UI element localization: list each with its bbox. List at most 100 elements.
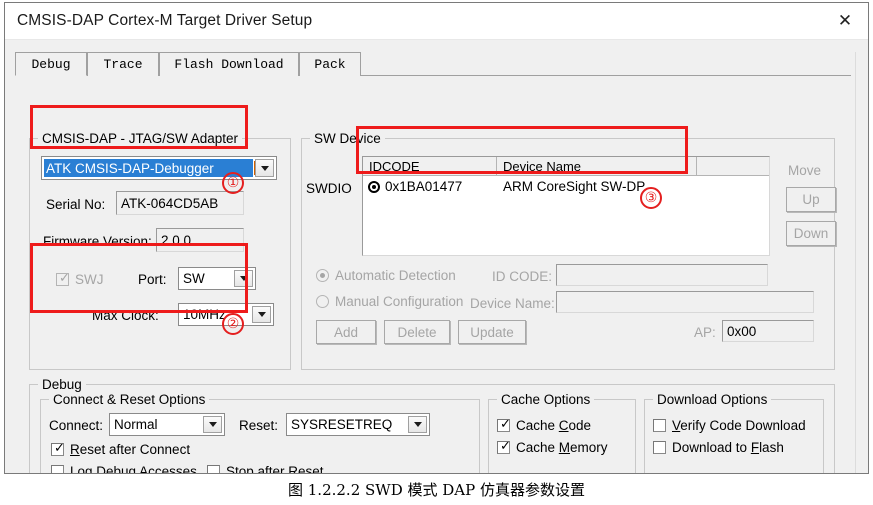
checkbox-box: ✓ xyxy=(497,418,511,432)
chevron-down-icon[interactable] xyxy=(234,270,253,287)
cache-options-legend: Cache Options xyxy=(497,392,595,407)
move-label: Move xyxy=(788,163,822,178)
move-down-button[interactable]: Down xyxy=(786,221,836,246)
port-select-value: SW xyxy=(183,271,205,286)
verify-code-download-checkbox[interactable]: Verify Code Download xyxy=(653,418,806,433)
swj-checkbox[interactable]: ✓ SWJ xyxy=(56,272,104,287)
connect-reset-options-group: Connect & Reset Options Connect: Normal … xyxy=(40,392,480,474)
cache-options-group: Cache Options ✓ Cache Code ✓ Cache Memor… xyxy=(488,392,636,473)
device-list-header: IDCODE Device Name xyxy=(363,157,769,176)
max-clock-label: Max Clock: xyxy=(92,308,159,323)
checkbox-box xyxy=(207,465,220,473)
connect-reset-legend: Connect & Reset Options xyxy=(49,392,210,407)
automatic-detection-radio[interactable]: Automatic Detection xyxy=(316,268,456,283)
checkbox-box xyxy=(653,419,666,432)
connect-select-value: Normal xyxy=(114,417,158,432)
cache-code-label: Cache Code xyxy=(516,418,592,433)
radio-ring xyxy=(316,295,329,308)
column-idcode: IDCODE xyxy=(363,157,497,175)
tab-trace[interactable]: Trace xyxy=(87,52,159,76)
ap-field[interactable]: 0x00 xyxy=(722,320,814,342)
download-options-legend: Download Options xyxy=(653,392,772,407)
close-icon[interactable]: ✕ xyxy=(832,9,858,33)
checkbox-box: ✓ xyxy=(51,442,65,456)
row-idcode: 0x1BA01477 xyxy=(385,179,463,194)
chevron-down-icon[interactable] xyxy=(255,159,274,177)
chevron-down-icon[interactable] xyxy=(408,416,427,433)
cache-memory-label: Cache Memory xyxy=(516,440,608,455)
reset-select-value: SYSRESETREQ xyxy=(291,417,393,432)
chevron-down-icon[interactable] xyxy=(203,416,222,433)
reset-select[interactable]: SYSRESETREQ xyxy=(286,413,430,436)
table-row[interactable]: 0x1BA01477 ARM CoreSight SW-DP xyxy=(363,176,769,197)
cache-memory-checkbox[interactable]: ✓ Cache Memory xyxy=(497,440,608,455)
screenshot-root: CMSIS-DAP Cortex-M Target Driver Setup ✕… xyxy=(0,0,873,505)
tab-bar: Debug Trace Flash Download Pack xyxy=(15,52,851,76)
update-button[interactable]: Update xyxy=(458,320,526,344)
download-to-flash-checkbox[interactable]: Download to Flash xyxy=(653,440,784,455)
firmware-version-label: Firmware Version: xyxy=(43,234,152,249)
tab-flash-download[interactable]: Flash Download xyxy=(159,52,299,76)
title-bar: CMSIS-DAP Cortex-M Target Driver Setup ✕ xyxy=(5,3,868,40)
connect-select[interactable]: Normal xyxy=(109,413,225,436)
add-button[interactable]: Add xyxy=(316,320,376,344)
serial-no-field[interactable]: ATK-064CD5AB xyxy=(116,191,244,215)
id-code-field[interactable] xyxy=(556,264,768,286)
log-debug-accesses-label: Log Debug Accesses xyxy=(70,464,197,474)
port-label: Port: xyxy=(138,272,167,287)
serial-no-label: Serial No: xyxy=(46,197,106,212)
adapter-group: CMSIS-DAP - JTAG/SW Adapter ATK CMSIS-DA… xyxy=(29,131,291,370)
driver-setup-dialog: CMSIS-DAP Cortex-M Target Driver Setup ✕… xyxy=(4,2,869,474)
radio-ring xyxy=(316,269,329,282)
swdio-label: SWDIO xyxy=(306,181,352,196)
figure-caption: 图 1.2.2.2 SWD 模式 DAP 仿真器参数设置 xyxy=(288,481,585,499)
debug-group: Debug Connect & Reset Options Connect: N… xyxy=(29,377,835,474)
debug-group-legend: Debug xyxy=(38,377,86,392)
move-up-button[interactable]: Up xyxy=(786,187,836,212)
vertical-scrollbar[interactable] xyxy=(855,52,868,473)
annotation-number-3: ③ xyxy=(640,187,662,209)
tab-debug[interactable]: Debug xyxy=(15,52,87,76)
tab-pack[interactable]: Pack xyxy=(299,52,361,76)
dialog-client-area: Debug Trace Flash Download Pack CMSIS-DA… xyxy=(5,40,868,474)
column-device-name: Device Name xyxy=(497,157,697,175)
stop-after-reset-checkbox[interactable]: Stop after Reset xyxy=(207,464,324,474)
reset-after-connect-label: Reset after Connect xyxy=(70,442,191,457)
annotation-number-1: ① xyxy=(222,172,244,194)
device-name-label: Device Name: xyxy=(470,296,555,311)
device-list[interactable]: IDCODE Device Name 0x1BA01477 ARM CoreSi… xyxy=(362,156,770,256)
column-spacer xyxy=(697,157,769,175)
manual-configuration-radio[interactable]: Manual Configuration xyxy=(316,294,463,309)
firmware-version-field[interactable]: 2.0.0 xyxy=(156,228,244,252)
verify-code-download-label: Verify Code Download xyxy=(672,418,806,433)
device-selected-icon xyxy=(368,180,380,193)
checkbox-box xyxy=(51,465,64,473)
reset-after-connect-rest: eset after Connect xyxy=(79,442,191,457)
delete-button[interactable]: Delete xyxy=(384,320,450,344)
log-debug-accesses-rest: og Debug Accesses xyxy=(77,464,197,474)
device-name-field[interactable] xyxy=(556,291,814,313)
log-debug-accesses-checkbox[interactable]: Log Debug Accesses xyxy=(51,464,197,474)
sw-device-group-legend: SW Device xyxy=(310,131,385,146)
checkbox-box: ✓ xyxy=(497,440,511,454)
checkbox-box xyxy=(653,441,666,454)
reset-after-connect-checkbox[interactable]: ✓ Reset after Connect xyxy=(51,442,190,457)
connect-label: Connect: xyxy=(49,418,104,433)
adapter-group-legend: CMSIS-DAP - JTAG/SW Adapter xyxy=(38,131,243,146)
manual-configuration-label: Manual Configuration xyxy=(335,294,464,309)
port-select[interactable]: SW xyxy=(178,267,256,290)
swj-checkbox-box: ✓ xyxy=(56,272,70,286)
adapter-select-value: ATK CMSIS-DAP-Debugger xyxy=(44,159,253,177)
annotation-number-2: ② xyxy=(222,313,244,335)
row-device-name: ARM CoreSight SW-DP xyxy=(503,179,646,194)
chevron-down-icon[interactable] xyxy=(252,306,271,323)
cache-code-checkbox[interactable]: ✓ Cache Code xyxy=(497,418,591,433)
window-title: CMSIS-DAP Cortex-M Target Driver Setup xyxy=(17,12,313,29)
reset-label: Reset: xyxy=(239,418,279,433)
ap-label: AP: xyxy=(694,325,716,340)
swj-label: SWJ xyxy=(75,272,104,287)
download-options-group: Download Options Verify Code Download Do… xyxy=(644,392,824,473)
id-code-label: ID CODE: xyxy=(492,269,553,284)
stop-after-reset-label: Stop after Reset xyxy=(226,464,324,474)
automatic-detection-label: Automatic Detection xyxy=(335,268,456,283)
